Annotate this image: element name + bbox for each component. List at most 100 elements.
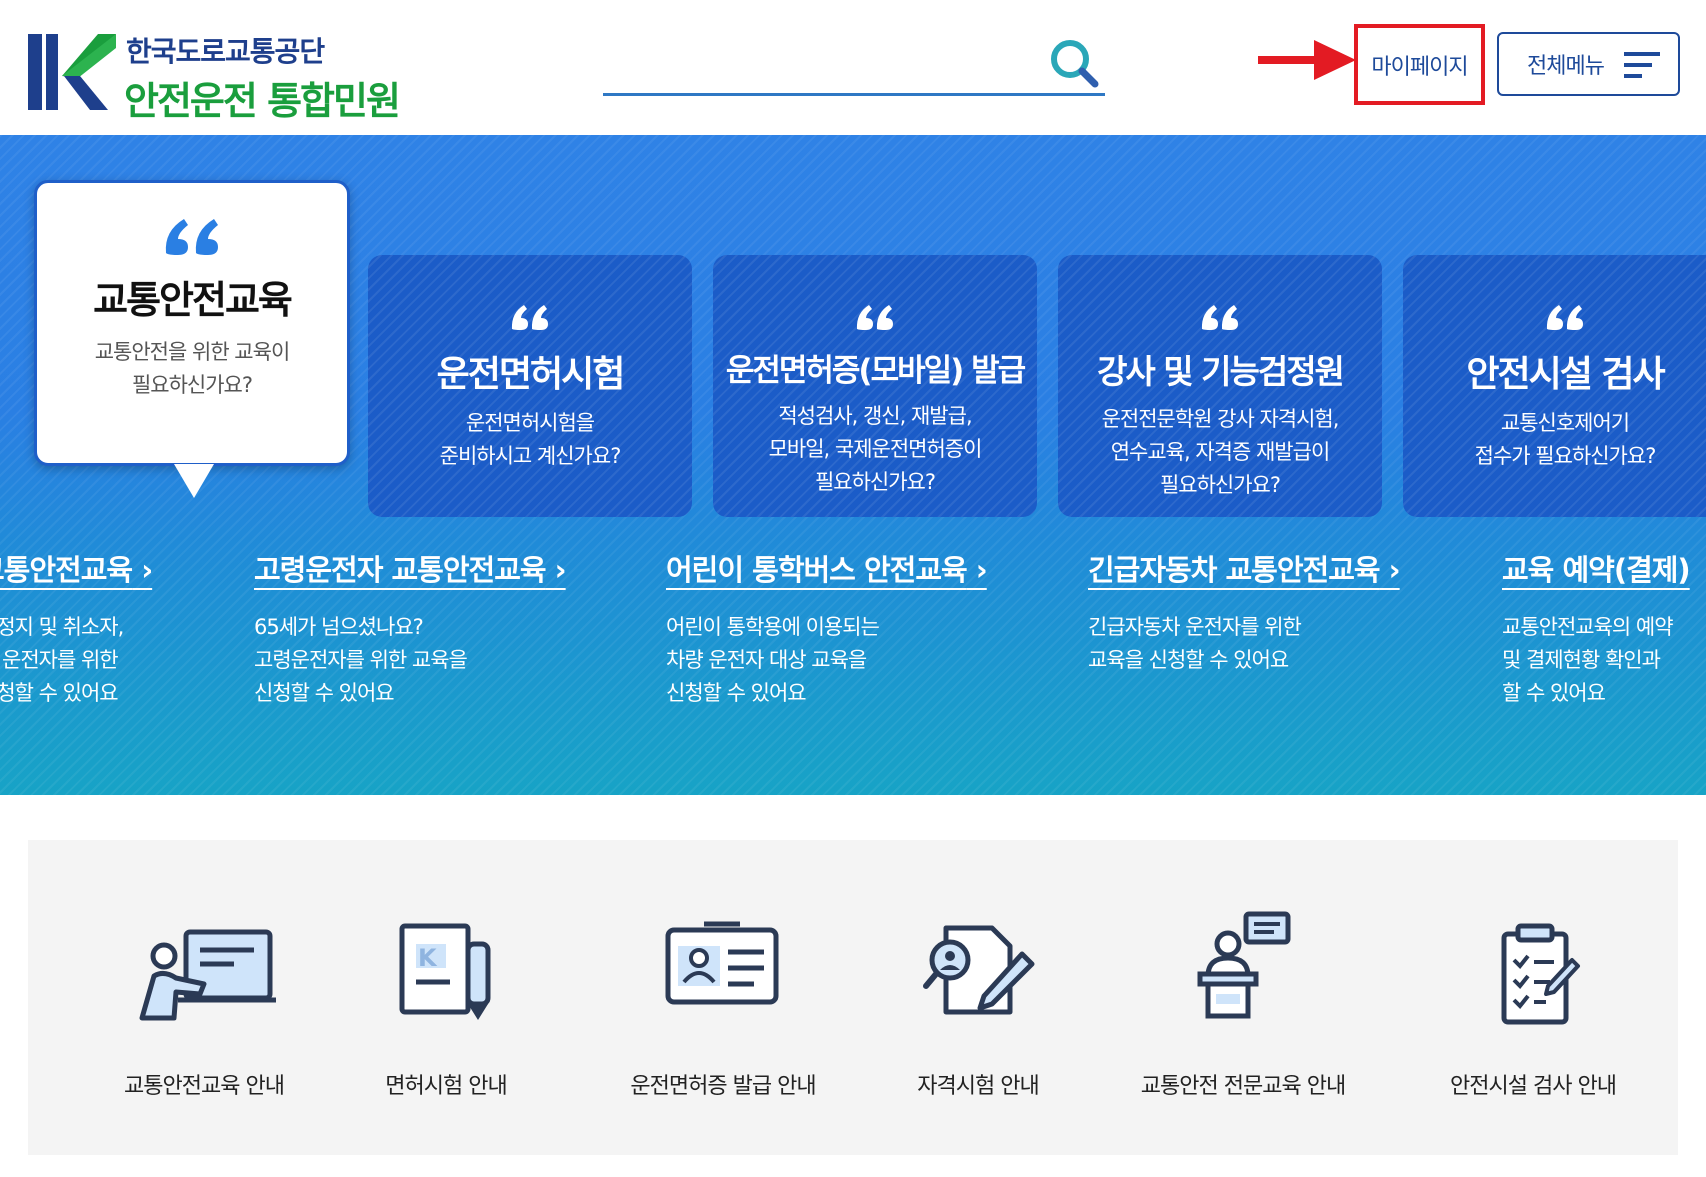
- category-title: 강사 및 기능검정원: [1097, 352, 1345, 391]
- sub-link-desc: 허정지 및 취소자, 유 운전자를 위한 신청할 수 있어요: [0, 611, 152, 710]
- sub-link-elderly-driver-education[interactable]: 고령운전자 교통안전교육 › 65세가 넘으셨나요? 고령운전자를 위한 교육을…: [254, 547, 567, 710]
- red-arrow-annotation-icon: [1258, 40, 1356, 80]
- quick-item-safety-facility-inspection[interactable]: 안전시설 검사 안내: [1408, 840, 1658, 1155]
- sub-link-desc-line: 허정지 및 취소자,: [0, 615, 124, 639]
- sub-link-desc-line: 차량 운전자 대상 교육을: [666, 648, 867, 672]
- all-menu-label: 전체메뉴: [1527, 54, 1605, 79]
- quick-item-label: 면허시험 안내: [385, 1074, 507, 1099]
- sub-link-education-reservation[interactable]: 교육 예약(결제) 교통안전교육의 예약 및 결제현황 확인과 할 수 있어요: [1502, 547, 1691, 710]
- quick-item-license-exam[interactable]: K 면허시험 안내: [346, 840, 546, 1155]
- sub-link-desc-line: 신청할 수 있어요: [0, 681, 119, 705]
- quick-item-label: 교통안전 전문교육 안내: [1140, 1074, 1346, 1099]
- active-card-pointer: [174, 464, 214, 498]
- category-desc-line: 모바일, 국제운전면허증이: [768, 437, 983, 461]
- quote-icon: [1546, 305, 1583, 330]
- category-desc-line: 운전면허시험을: [465, 411, 595, 435]
- quote-icon: [511, 305, 548, 330]
- sub-link-traffic-safety-education[interactable]: 교통안전교육 › 허정지 및 취소자, 유 운전자를 위한 신청할 수 있어요: [0, 547, 153, 710]
- sub-link-desc-line: 교육을 신청할 수 있어요: [1088, 648, 1289, 672]
- quote-icon: [856, 305, 893, 330]
- logo-org-name: 한국도로교통공단: [126, 35, 325, 68]
- quote-icon: [165, 219, 218, 255]
- id-card-icon: [665, 921, 779, 1005]
- sub-link-desc: 65세가 넘으셨나요? 고령운전자를 위한 교육을 신청할 수 있어요: [254, 611, 566, 710]
- svg-text:K: K: [418, 944, 438, 972]
- category-desc-line: 교통안전을 위한 교육이: [94, 340, 291, 364]
- sub-link-desc-line: 교통안전교육의 예약: [1502, 615, 1674, 639]
- clipboard-checklist-icon: [1501, 923, 1580, 1025]
- mypage-button[interactable]: 마이페이지: [1354, 24, 1485, 105]
- sub-link-school-bus-education[interactable]: 어린이 통학버스 안전교육 › 어린이 통학용에 이용되는 차량 운전자 대상 …: [666, 547, 988, 710]
- sub-link-title-text: 긴급자동차 교통안전교육: [1088, 553, 1381, 587]
- quick-menu: 교통안전교육 안내 K 면허시험 안내 운전면허증 발급 안내 자격시험 안내 …: [28, 840, 1678, 1155]
- quick-item-traffic-safety-education[interactable]: 교통안전교육 안내: [94, 840, 314, 1155]
- sub-link-desc-line: 어린이 통학용에 이용되는: [666, 615, 880, 639]
- quick-item-label: 교통안전교육 안내: [124, 1074, 285, 1099]
- mypage-label: 마이페이지: [1371, 54, 1468, 80]
- sub-link-desc-line: 신청할 수 있어요: [666, 681, 807, 705]
- category-card-license-exam[interactable]: 운전면허시험 운전면허시험을 준비하시고 계신가요?: [368, 255, 692, 517]
- sub-link-desc-line: 및 결제현황 확인과: [1502, 648, 1661, 672]
- sub-link-title[interactable]: 교통안전교육 ›: [0, 547, 153, 589]
- license-pen-icon: K: [399, 923, 491, 1020]
- quick-item-qualification-exam[interactable]: 자격시험 안내: [868, 840, 1088, 1155]
- quick-item-label: 자격시험 안내: [917, 1074, 1039, 1099]
- category-desc: 교통신호제어기 접수가 필요하신가요?: [1403, 407, 1706, 473]
- category-desc-line: 교통신호제어기: [1500, 411, 1630, 435]
- category-desc-line: 필요하신가요?: [1159, 473, 1281, 497]
- sub-link-title[interactable]: 고령운전자 교통안전교육 ›: [254, 547, 567, 589]
- sub-link-title[interactable]: 어린이 통학버스 안전교육 ›: [666, 547, 988, 589]
- category-title: 교통안전교육: [93, 278, 293, 322]
- category-title: 운전면허증(모바일) 발급: [725, 353, 1026, 389]
- card-inner: 안전시설 검사 교통신호제어기 접수가 필요하신가요?: [1403, 255, 1706, 473]
- koroad-logo-icon: [28, 34, 116, 110]
- sub-link-desc-line: 65세가 넘으셨나요?: [254, 615, 424, 639]
- category-card-traffic-safety-education[interactable]: 교통안전교육 교통안전을 위한 교육이 필요하신가요?: [34, 180, 350, 466]
- hamburger-menu-icon: [1624, 52, 1660, 78]
- quick-item-label: 안전시설 검사 안내: [1450, 1074, 1617, 1099]
- quick-item-label: 운전면허증 발급 안내: [630, 1074, 816, 1099]
- sub-link-desc: 긴급자동차 운전자를 위한 교육을 신청할 수 있어요: [1088, 611, 1400, 677]
- category-card-license-issue[interactable]: 운전면허증(모바일) 발급 적성검사, 갱신, 재발급, 모바일, 국제운전면허…: [713, 255, 1037, 517]
- category-desc-line: 연수교육, 자격증 재발급이: [1110, 440, 1331, 464]
- sub-link-desc-line: 고령운전자를 위한 교육을: [254, 648, 468, 672]
- quote-icon: [1201, 305, 1238, 330]
- main-banner: 교통안전교육 교통안전을 위한 교육이 필요하신가요? 운전면허시험 운전면허시…: [0, 135, 1706, 795]
- category-title: 안전시설 검사: [1466, 354, 1665, 395]
- category-desc-line: 적성검사, 갱신, 재발급,: [778, 404, 972, 428]
- sub-link-desc-line: 긴급자동차 운전자를 위한: [1088, 615, 1302, 639]
- category-desc: 운전면허시험을 준비하시고 계신가요?: [368, 407, 692, 473]
- category-desc-line: 접수가 필요하신가요?: [1474, 444, 1657, 468]
- sub-link-desc-line: 유 운전자를 위한: [0, 648, 119, 672]
- site-logo[interactable]: 한국도로교통공단 안전운전 통합민원: [28, 30, 401, 123]
- sub-link-title-text: 교육 예약(결제): [1502, 553, 1691, 587]
- category-desc-line: 필요하신가요?: [814, 470, 936, 494]
- search-input[interactable]: [603, 40, 1033, 86]
- category-card-safety-facility[interactable]: 안전시설 검사 교통신호제어기 접수가 필요하신가요?: [1403, 255, 1706, 517]
- sub-link-title-text: 교통안전교육: [0, 553, 133, 587]
- sub-link-title[interactable]: 긴급자동차 교통안전교육 ›: [1088, 547, 1401, 589]
- logo-service-title: 안전운전 통합민원: [124, 79, 401, 123]
- category-card-instructor-examiner[interactable]: 강사 및 기능검정원 운전전문학원 강사 자격시험, 연수교육, 자격증 재발급…: [1058, 255, 1382, 517]
- sub-link-desc: 교통안전교육의 예약 및 결제현황 확인과 할 수 있어요: [1502, 611, 1690, 710]
- quick-item-license-issue[interactable]: 운전면허증 발급 안내: [578, 840, 868, 1155]
- sub-link-emergency-vehicle-education[interactable]: 긴급자동차 교통안전교육 › 긴급자동차 운전자를 위한 교육을 신청할 수 있…: [1088, 547, 1401, 677]
- sub-link-desc: 어린이 통학용에 이용되는 차량 운전자 대상 교육을 신청할 수 있어요: [666, 611, 987, 710]
- sub-link-desc-line: 신청할 수 있어요: [254, 681, 395, 705]
- category-desc: 교통안전을 위한 교육이 필요하신가요?: [37, 336, 347, 402]
- category-desc: 적성검사, 갱신, 재발급, 모바일, 국제운전면허증이 필요하신가요?: [713, 400, 1037, 499]
- category-desc-line: 준비하시고 계신가요?: [439, 444, 622, 468]
- quick-item-professional-education[interactable]: 교통안전 전문교육 안내: [1108, 840, 1378, 1155]
- category-desc-line: 필요하신가요?: [131, 373, 253, 397]
- sub-link-desc-line: 할 수 있어요: [1502, 681, 1606, 705]
- site-header: 한국도로교통공단 안전운전 통합민원 마이페이지 전체메뉴: [0, 0, 1706, 135]
- all-menu-button[interactable]: 전체메뉴: [1497, 32, 1680, 96]
- document-search-pen-icon: [923, 925, 1035, 1015]
- teacher-board-icon: [139, 929, 276, 1021]
- category-desc-line: 운전전문학원 강사 자격시험,: [1101, 407, 1340, 431]
- sub-link-title[interactable]: 교육 예약(결제): [1502, 547, 1691, 589]
- search-icon[interactable]: [1047, 36, 1101, 90]
- search-bar: [603, 30, 1105, 96]
- sub-link-title-text: 고령운전자 교통안전교육: [254, 553, 547, 587]
- lecturer-podium-icon: [1197, 911, 1291, 1019]
